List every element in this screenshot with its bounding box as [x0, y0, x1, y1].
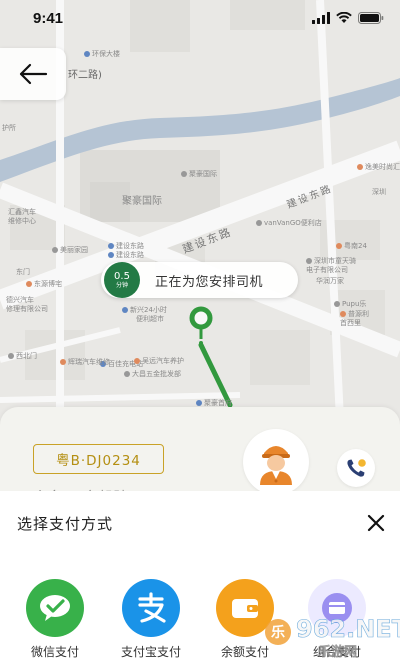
- area-label: 聚豪国际: [122, 196, 162, 207]
- map-poi: 便利超市: [136, 315, 164, 323]
- map-poi: 普源利: [340, 310, 369, 319]
- back-button[interactable]: [0, 48, 66, 100]
- status-time: 9:41: [33, 10, 64, 27]
- map-poi: vanVanGO便利店: [256, 219, 322, 228]
- map-poi: 华润万家: [316, 277, 344, 285]
- pay-option-label: 组合支付: [312, 645, 361, 659]
- map-poi: 粤南24: [336, 242, 367, 251]
- map-top-label: 环二路): [68, 70, 102, 81]
- card-icon: [308, 579, 366, 637]
- map-poi: 东源博宅: [26, 280, 62, 289]
- map-poi: 环保大楼: [84, 50, 120, 59]
- pay-option-label: 支付宝支付: [120, 645, 181, 659]
- pay-option-label: 微信支付: [30, 645, 79, 659]
- map-poi: 深圳市童天骑: [306, 257, 356, 266]
- map-poi: 修理有限公司: [6, 305, 48, 313]
- map-poi: 建设东路: [108, 251, 144, 260]
- map-poi: 电子有限公司: [306, 266, 348, 274]
- pay-option-combined[interactable]: 组合支付: [297, 579, 377, 660]
- map-poi: 首西里: [340, 319, 361, 327]
- payment-sheet: 选择支付方式 微信支付 支付宝支付 余额支付 组合支付: [0, 491, 400, 661]
- wechat-pay-icon: [26, 579, 84, 637]
- wait-timer-unit: 分钟: [115, 281, 128, 289]
- wait-timer-value: 0.5: [114, 270, 130, 282]
- wallet-icon: [216, 579, 274, 637]
- map-poi: 美丽家园: [52, 246, 88, 255]
- status-bar: 9:41: [0, 0, 400, 40]
- wifi-icon: [336, 12, 352, 23]
- map-poi: 新兴24小时: [122, 306, 167, 315]
- payment-sheet-title: 选择支付方式: [17, 515, 114, 533]
- status-icons: [312, 12, 384, 24]
- map-poi: 吴远汽车养护: [134, 357, 184, 366]
- map-poi: 护所: [2, 124, 16, 132]
- driver-status-pill: 0.5 分钟 正在为您安排司机: [101, 262, 298, 298]
- pay-option-alipay[interactable]: 支付宝支付: [111, 579, 191, 660]
- map-poi: 大昌五金批发部: [124, 370, 181, 379]
- wait-timer-badge: 0.5 分钟: [104, 262, 140, 298]
- map-poi: 东门: [16, 268, 30, 276]
- driver-status-message: 正在为您安排司机: [155, 274, 264, 290]
- alipay-icon: [122, 579, 180, 637]
- map-poi: 建设东路: [108, 242, 144, 251]
- phone-icon: [347, 459, 366, 477]
- close-button[interactable]: [364, 511, 388, 535]
- close-icon: [367, 514, 385, 532]
- map-poi: 逸美时尚汇: [357, 163, 400, 172]
- license-plate: 粤B·DJ0234: [33, 444, 164, 474]
- payment-options: 微信支付 支付宝支付 余额支付 组合支付: [0, 579, 400, 661]
- map-poi: Pupu乐: [334, 300, 366, 309]
- map-poi: 辉瑞汽车维修: [60, 358, 110, 367]
- call-driver-button[interactable]: [337, 449, 375, 487]
- map-poi: 汇鑫汽车: [8, 208, 36, 216]
- map-poi: 深圳: [372, 188, 386, 196]
- driver-avatar[interactable]: [243, 429, 309, 495]
- pay-option-label: 余额支付: [220, 645, 269, 659]
- driver-avatar-icon: [260, 446, 292, 485]
- location-pin-icon: [189, 306, 213, 345]
- map-poi: 西北门: [8, 352, 37, 361]
- signal-icon: [312, 12, 330, 24]
- battery-icon: [358, 12, 384, 24]
- map-poi: 维修中心: [8, 217, 36, 225]
- pay-option-wechat[interactable]: 微信支付: [15, 579, 95, 660]
- back-arrow-icon: [19, 63, 48, 85]
- pay-option-balance[interactable]: 余额支付: [205, 579, 285, 660]
- map-poi: 聚豪国际: [181, 170, 217, 179]
- map-poi: 德兴汽车: [6, 296, 34, 304]
